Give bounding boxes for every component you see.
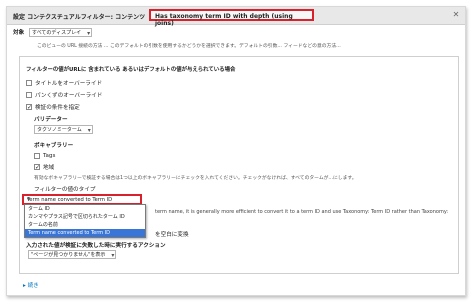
checkbox-box-checked[interactable]: ✓ (34, 164, 40, 171)
dropdown-option-selected[interactable]: Term name converted to Term ID (25, 229, 145, 237)
checkbox-override-breadcrumb[interactable]: パンくずのオーバーライド (26, 91, 102, 99)
filter-value-type-note: term name, it is generally more efficien… (155, 209, 449, 215)
checkbox-box[interactable] (26, 80, 32, 86)
checkbox-box-checked[interactable]: ✓ (26, 104, 32, 111)
target-row: 対象 すべてのディスプレイ (13, 28, 93, 38)
vocab-item-tags[interactable]: Tags (34, 153, 357, 159)
checkbox-specify-validation[interactable]: ✓ 検証の条件を指定 (26, 103, 80, 111)
checkbox-label: 検証の条件を指定 (35, 105, 80, 111)
extra-option-text: を空白に変換 (155, 232, 189, 238)
checkbox-label: タイトルをオーバーライド (35, 81, 103, 87)
vocabulary-label: ボキャブラリー (34, 143, 74, 149)
vocabulary-note: 有効なボキャブラリーで検証する場合は1つ以上のボキャブラリーにチェックを入れてく… (34, 176, 357, 181)
dropdown-option[interactable]: ターム ID (25, 205, 145, 213)
checkbox-box[interactable] (34, 153, 40, 159)
validator-label: バリデーター (34, 117, 68, 123)
vocab-item-region[interactable]: ✓ 地域 (34, 163, 357, 171)
title-highlight-text: Has taxonomy term ID with depth (using j… (155, 13, 293, 27)
settings-panel: フィルターの値がURLに 含まれている あるいはデフォルトの値が与えられている場… (19, 56, 459, 274)
checkbox-label: パンくずのオーバーライド (35, 93, 103, 99)
vocab-item-label: 地域 (43, 165, 55, 171)
validator-group: バリデーター タクソノミーターム (34, 115, 93, 135)
section-heading: フィルターの値がURLに 含まれている あるいはデフォルトの値が与えられている場… (26, 67, 236, 73)
chevron-down-icon: ▾ (27, 196, 31, 203)
title-highlight-box: Has taxonomy term ID with depth (using j… (149, 9, 314, 27)
dialog-title: 設定 コンテクスチュアルフィルター: コンテンツ (13, 14, 146, 21)
vocabulary-group: ボキャブラリー Tags ✓ 地域 有効なボキャブラリーで検証する場合は1つ以上… (34, 141, 357, 181)
dialog-titlebar: 設定 コンテクスチュアルフィルター: コンテンツ Has taxonomy te… (7, 7, 465, 27)
checkbox-box[interactable] (26, 92, 32, 98)
filter-value-type-dropdown[interactable]: ターム ID カンマやプラス記号で区切られたターム ID タームの名前 Term… (24, 204, 146, 238)
filter-value-type-label: フィルターの値のタイプ (34, 187, 96, 193)
more-link[interactable]: ▸ 続き (23, 281, 39, 289)
validator-select[interactable]: タクソノミーターム (34, 125, 93, 135)
target-label: 対象 (13, 30, 25, 36)
close-icon[interactable]: ✕ (451, 10, 461, 20)
dropdown-option[interactable]: カンマやプラス記号で区切られたターム ID (25, 213, 145, 221)
action-select[interactable]: "ページが見つかりません"を表示 (28, 250, 117, 260)
action-label: 入力された値が検証に失敗した時に実行するアクション (26, 243, 166, 249)
vocab-item-label: Tags (43, 153, 56, 159)
checkbox-override-title[interactable]: タイトルをオーバーライド (26, 79, 102, 87)
top-description: このビューの URL 接続の方法 ... このデフォルトの引数を使用するかどうか… (37, 44, 341, 49)
dropdown-option[interactable]: タームの名前 (25, 221, 145, 229)
target-select[interactable]: すべてのディスプレイ (28, 28, 93, 38)
dialog-frame: 設定 コンテクスチュアルフィルター: コンテンツ Has taxonomy te… (6, 6, 466, 296)
